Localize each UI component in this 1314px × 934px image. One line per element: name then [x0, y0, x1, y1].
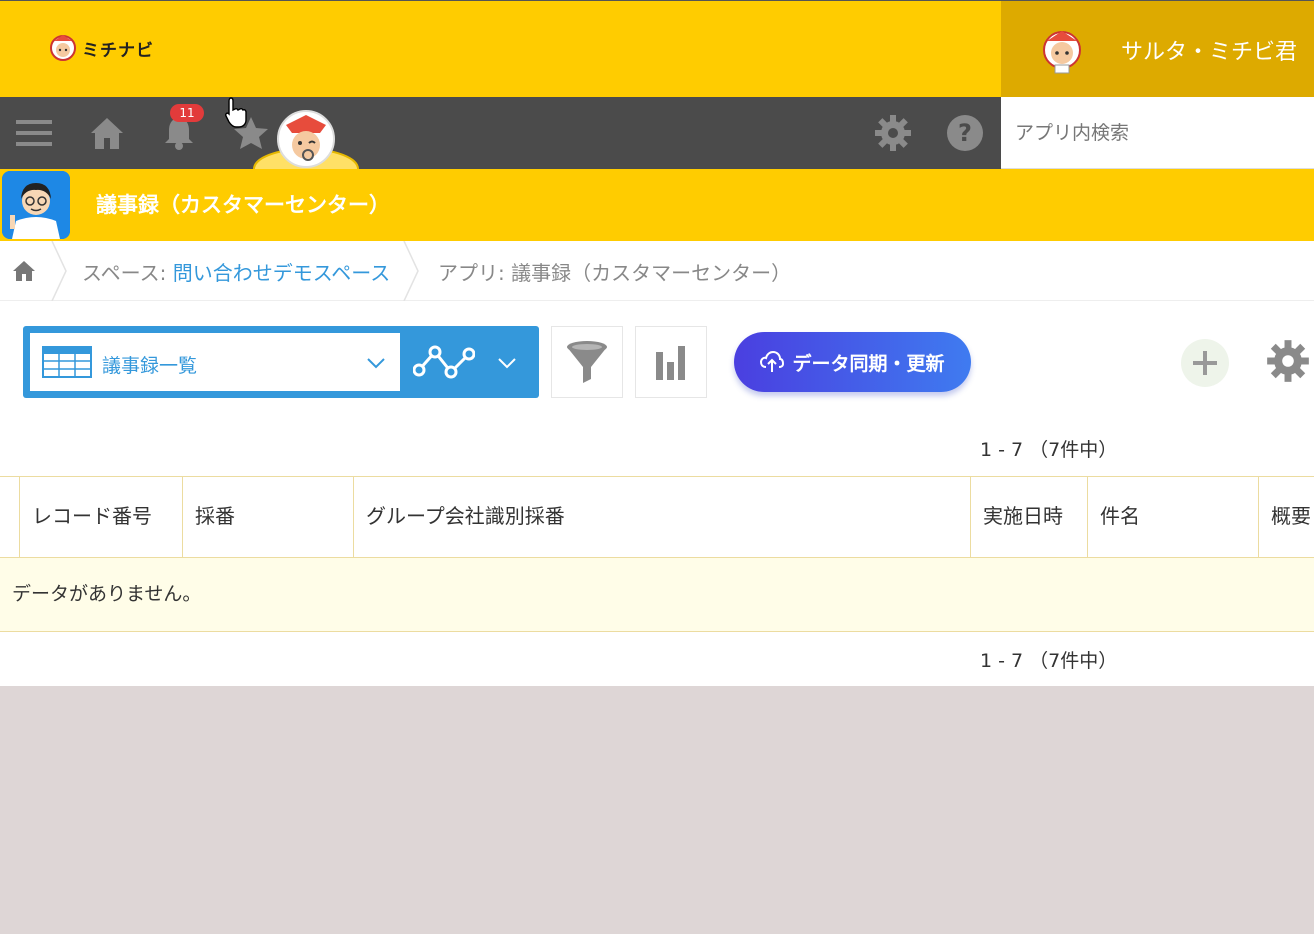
view-name: 議事録一覧	[102, 355, 198, 377]
column-header[interactable]: 実施日時	[970, 477, 1088, 557]
view-dropdown[interactable]: 議事録一覧	[30, 333, 400, 391]
app-logo[interactable]: ミチナビ	[48, 31, 154, 65]
column-header[interactable]: 件名	[1087, 477, 1259, 557]
record-table: レコード番号 採番 グループ会社識別採番 実施日時 件名 概要 データがありませ…	[0, 476, 1314, 632]
app-header: 議事録（カスタマーセンター）	[0, 169, 1314, 241]
breadcrumb-space: スペース: 問い合わせデモスペース	[82, 257, 390, 286]
view-selector[interactable]: 議事録一覧	[23, 326, 539, 398]
app-icon	[2, 171, 70, 239]
svg-text:?: ?	[958, 119, 972, 147]
column-header[interactable]: 概要	[1258, 477, 1314, 557]
breadcrumb-separator	[50, 240, 68, 302]
user-menu[interactable]: サルタ・ミチビ君	[1001, 1, 1314, 98]
user-name: サルタ・ミチビ君	[1121, 39, 1298, 65]
column-header[interactable]: レコード番号	[19, 477, 183, 557]
add-record-button[interactable]	[1181, 339, 1229, 387]
notification-badge: 11	[170, 104, 204, 122]
cloud-upload-icon	[760, 351, 785, 372]
chevron-down-icon	[366, 355, 386, 374]
breadcrumb-space-link[interactable]: 問い合わせデモスペース	[173, 261, 391, 285]
breadcrumb: スペース: 問い合わせデモスペース アプリ: 議事録（カスタマーセンター）	[0, 240, 1314, 302]
column-header[interactable]: 採番	[182, 477, 354, 557]
search-input[interactable]	[1001, 97, 1314, 168]
user-avatar	[1039, 25, 1085, 75]
app-settings-button[interactable]	[1266, 339, 1310, 387]
pagination-top: 1 - 7 （7件中）	[980, 439, 1118, 461]
mouse-cursor-icon	[224, 96, 248, 132]
app-title: 議事録（カスタマーセンター）	[96, 193, 390, 217]
table-view-icon	[42, 346, 92, 382]
data-sync-button[interactable]: データ同期・更新	[734, 332, 971, 392]
plus-icon	[1193, 351, 1217, 375]
chevron-down-icon[interactable]	[497, 355, 517, 374]
breadcrumb-home-icon[interactable]	[12, 259, 36, 287]
column-header[interactable]: グループ会社識別採番	[353, 477, 971, 557]
breadcrumb-space-prefix: スペース:	[82, 261, 173, 285]
filter-button[interactable]	[551, 326, 623, 398]
pagination-bottom: 1 - 7 （7件中）	[980, 650, 1118, 672]
global-navbar: ?	[0, 97, 1001, 190]
graph-view-icon[interactable]	[412, 342, 476, 386]
empty-message: データがありません。	[0, 558, 1314, 632]
table-header: レコード番号 採番 グループ会社識別採番 実施日時 件名 概要	[0, 476, 1314, 558]
hamburger-icon[interactable]	[14, 113, 54, 153]
data-sync-label: データ同期・更新	[792, 352, 945, 375]
breadcrumb-app: アプリ: 議事録（カスタマーセンター）	[438, 261, 792, 285]
breadcrumb-separator	[402, 240, 420, 302]
bar-chart-icon	[656, 346, 685, 380]
logo-text: ミチナビ	[82, 40, 154, 61]
graph-button[interactable]	[635, 326, 707, 398]
app-search	[1001, 97, 1314, 169]
gear-icon[interactable]	[873, 113, 913, 153]
home-icon[interactable]	[87, 113, 127, 153]
gear-icon	[1267, 340, 1309, 382]
help-icon[interactable]: ?	[945, 113, 985, 153]
funnel-icon	[567, 341, 607, 383]
mascot-logo-icon	[48, 31, 78, 65]
top-header: ミチナビ サルタ・ミチビ君	[0, 0, 1314, 98]
